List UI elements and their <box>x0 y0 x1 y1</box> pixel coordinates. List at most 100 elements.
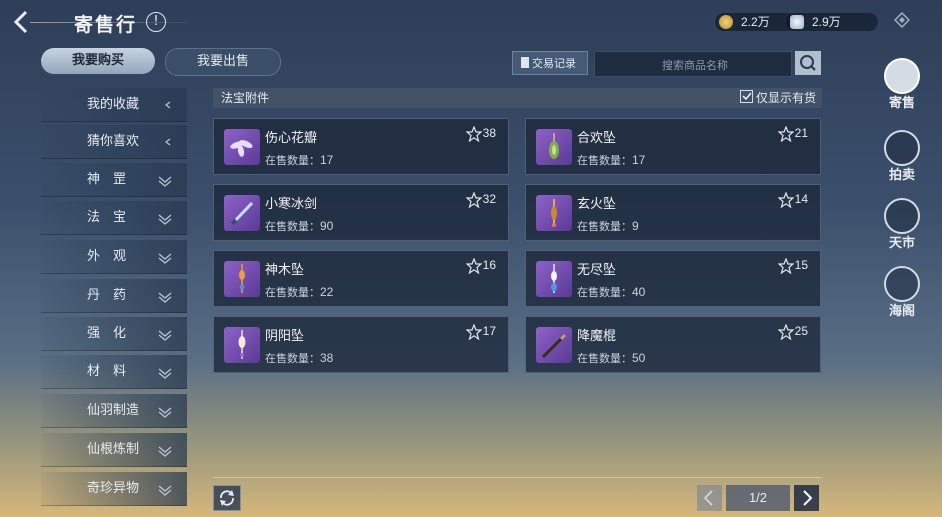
sidebar-item-waiguan[interactable]: 外 观 <box>41 240 187 274</box>
trade-record-button[interactable]: 交易记录 <box>512 51 588 75</box>
qty-label: 在售数量： <box>577 352 632 365</box>
qty-value: 40 <box>632 285 646 299</box>
item-icon <box>536 195 572 231</box>
favorite-count: 16 <box>482 258 496 272</box>
item-name: 降魔棍 <box>577 329 617 344</box>
qty-label: 在售数量： <box>577 286 632 299</box>
item-quantity: 在售数量：90 <box>265 218 333 234</box>
chevron-down-icon <box>158 253 172 264</box>
trade-record-label: 交易记录 <box>532 57 576 70</box>
search-button[interactable] <box>795 51 821 75</box>
qty-value: 90 <box>320 219 334 233</box>
item-icon <box>224 261 260 297</box>
item-icon <box>224 195 260 231</box>
star-icon[interactable] <box>466 324 482 340</box>
instock-checkbox[interactable] <box>739 90 753 103</box>
item-card[interactable]: 合欢坠 在售数量：17 21 <box>525 118 821 175</box>
qty-value: 9 <box>632 219 639 233</box>
sidebar-item-recommend[interactable]: 猜你喜欢 <box>41 125 187 159</box>
star-icon[interactable] <box>466 126 482 142</box>
star-icon[interactable] <box>778 192 794 208</box>
chevron-left-icon <box>703 490 713 506</box>
item-quantity: 在售数量：22 <box>265 284 333 300</box>
sidebar-item-label: 仙根炼制 <box>87 442 140 457</box>
nav-tianshi[interactable]: 天市 <box>877 198 927 251</box>
sidebar-item-fabao[interactable]: 法 宝 <box>41 201 187 235</box>
sidebar-item-favorites[interactable]: 我的收藏 <box>41 88 187 122</box>
item-name: 神木坠 <box>265 263 305 278</box>
item-card[interactable]: 伤心花瓣 在售数量：17 38 <box>213 118 509 175</box>
tab-sell[interactable]: 我要出售 <box>165 48 281 76</box>
search-field[interactable] <box>594 51 795 78</box>
favorite-count: 14 <box>794 192 808 206</box>
sidebar-item-qizhen[interactable]: 奇珍异物 <box>41 472 187 506</box>
qty-label: 在售数量： <box>577 154 632 167</box>
qty-value: 38 <box>320 351 334 365</box>
instock-filter[interactable]: 仅显示有货 <box>739 88 816 108</box>
next-page-button[interactable] <box>794 485 819 511</box>
nav-haige[interactable]: 海阁 <box>877 266 927 319</box>
chevron-down-icon <box>158 446 172 457</box>
gold-coin-icon <box>719 15 733 29</box>
item-card[interactable]: 小寒冰剑 在售数量：90 32 <box>213 184 509 241</box>
favorite-count: 15 <box>794 258 808 272</box>
sidebar-item-xianyu[interactable]: 仙羽制造 <box>41 394 187 428</box>
refresh-button[interactable] <box>213 485 241 511</box>
tab-buy[interactable]: 我要购买 <box>41 48 155 74</box>
category-title: 法宝附件 <box>221 91 270 105</box>
star-icon[interactable] <box>466 258 482 274</box>
chevron-down-icon <box>158 485 172 496</box>
qty-value: 50 <box>632 351 646 365</box>
item-quantity: 在售数量：50 <box>577 350 645 366</box>
star-icon[interactable] <box>778 126 794 142</box>
arrow-left-icon <box>165 138 171 146</box>
silver-amount: 2.9万 <box>812 15 841 29</box>
qty-label: 在售数量： <box>265 286 320 299</box>
sidebar-item-label: 奇珍异物 <box>87 481 140 496</box>
divider <box>213 477 822 478</box>
search-icon <box>800 55 816 71</box>
star-icon[interactable] <box>466 192 482 208</box>
search-input[interactable] <box>595 52 795 78</box>
qty-label: 在售数量： <box>265 154 320 167</box>
tianshi-icon <box>884 198 920 234</box>
item-card[interactable]: 降魔棍 在售数量：50 25 <box>525 316 821 373</box>
item-name: 玄火坠 <box>577 197 617 212</box>
checkmark-icon <box>742 92 752 101</box>
sidebar-item-shengang[interactable]: 神 罡 <box>41 163 187 197</box>
item-card[interactable]: 阴阳坠 在售数量：38 17 <box>213 316 509 373</box>
nav-auction[interactable]: 拍卖 <box>877 130 927 183</box>
star-icon[interactable] <box>778 258 794 274</box>
item-card[interactable]: 神木坠 在售数量：22 16 <box>213 250 509 307</box>
item-quantity: 在售数量：9 <box>577 218 639 234</box>
favorite-count: 38 <box>482 126 496 140</box>
favorite-count: 32 <box>482 192 496 206</box>
sidebar-item-danyao[interactable]: 丹 药 <box>41 279 187 313</box>
sidebar-item-qianghua[interactable]: 强 化 <box>41 317 187 351</box>
item-card[interactable]: 玄火坠 在售数量：9 14 <box>525 184 821 241</box>
info-icon[interactable]: ! <box>146 12 166 32</box>
item-name: 阴阳坠 <box>265 329 305 344</box>
haige-icon <box>884 266 920 302</box>
favorite-count: 25 <box>794 324 808 338</box>
qty-label: 在售数量： <box>265 352 320 365</box>
nav-consign[interactable]: 寄售 <box>877 58 927 111</box>
item-icon <box>536 261 572 297</box>
prev-page-button[interactable] <box>697 485 722 511</box>
settings-diamond-icon[interactable] <box>894 12 910 28</box>
item-name: 合欢坠 <box>577 131 617 146</box>
item-quantity: 在售数量：17 <box>265 152 333 168</box>
sidebar-item-cailiao[interactable]: 材 料 <box>41 355 187 389</box>
sidebar-item-label: 法 宝 <box>87 210 127 225</box>
item-card[interactable]: 无尽坠 在售数量：40 15 <box>525 250 821 307</box>
auction-icon <box>884 130 920 166</box>
chevron-down-icon <box>158 176 172 187</box>
nav-label: 海阁 <box>888 304 915 319</box>
item-quantity: 在售数量：40 <box>577 284 645 300</box>
nav-label: 拍卖 <box>888 168 915 183</box>
item-icon <box>536 327 572 363</box>
item-quantity: 在售数量：38 <box>265 350 333 366</box>
star-icon[interactable] <box>778 324 794 340</box>
sidebar-item-xiangen[interactable]: 仙根炼制 <box>41 433 187 467</box>
item-name: 伤心花瓣 <box>265 131 318 146</box>
